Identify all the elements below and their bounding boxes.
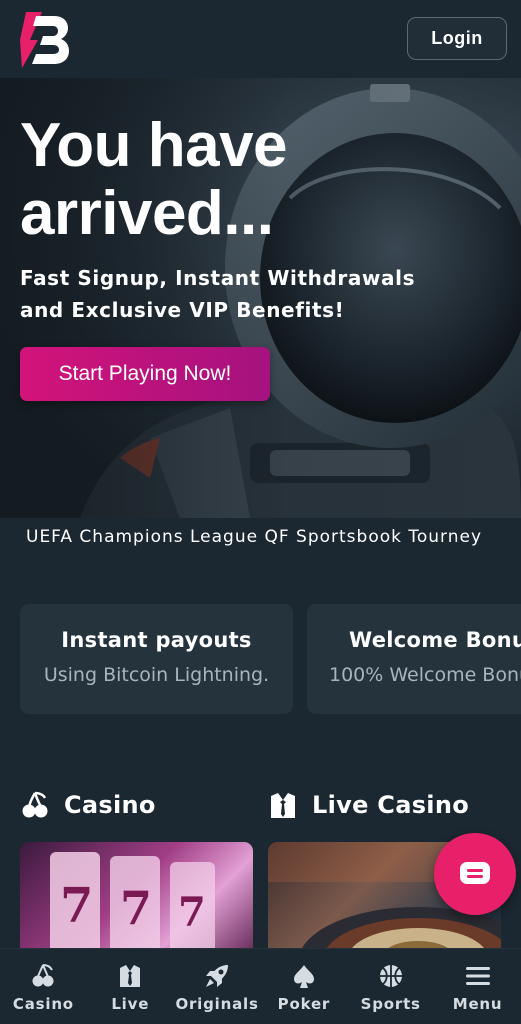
rocket-icon bbox=[206, 965, 229, 987]
hero-banner: You have arrived... Fast Signup, Instant… bbox=[0, 78, 521, 518]
page: Login You have arrived... Fast Signup, I… bbox=[0, 0, 521, 1024]
welcome-bonus-card[interactable]: Welcome Bonus 100% Welcome Bonus bbox=[307, 604, 521, 714]
nav-label: Live bbox=[111, 995, 150, 1013]
hero-title: You have arrived... bbox=[20, 111, 288, 248]
nav-item-poker[interactable]: Poker bbox=[260, 949, 347, 1024]
svg-text:7: 7 bbox=[178, 889, 206, 936]
casino-slots-thumbnail[interactable]: 7 7 7 bbox=[20, 842, 253, 962]
suit-icon bbox=[271, 793, 295, 818]
instant-payouts-card[interactable]: Instant payouts Using Bitcoin Lightning. bbox=[20, 604, 293, 714]
nav-item-casino[interactable]: Casino bbox=[0, 949, 87, 1024]
svg-text:7: 7 bbox=[120, 881, 152, 935]
live-casino-section-label: Live Casino bbox=[312, 791, 469, 819]
chat-icon bbox=[460, 862, 490, 884]
bottom-navigation: Casino Live Originals Poker Sports Menu bbox=[0, 948, 521, 1024]
nav-item-originals[interactable]: Originals bbox=[174, 949, 261, 1024]
login-button[interactable]: Login bbox=[407, 17, 507, 60]
live-casino-section-heading[interactable]: Live Casino bbox=[268, 785, 469, 825]
nav-label: Casino bbox=[12, 995, 74, 1013]
nav-label: Sports bbox=[360, 995, 421, 1013]
nav-label: Menu bbox=[452, 995, 503, 1013]
brand-logo[interactable] bbox=[12, 10, 70, 70]
chat-support-button[interactable] bbox=[434, 833, 516, 915]
slot-reels-image: 7 7 7 bbox=[50, 852, 215, 962]
start-playing-button[interactable]: Start Playing Now! bbox=[20, 347, 270, 401]
top-header: Login bbox=[0, 0, 521, 78]
nav-item-live[interactable]: Live bbox=[87, 949, 174, 1024]
card-title: Instant payouts bbox=[61, 628, 252, 652]
cherry-icon bbox=[22, 791, 48, 818]
promo-ticker[interactable]: UEFA Champions League QF Sportsbook Tour… bbox=[26, 527, 502, 551]
nav-label: Poker bbox=[277, 995, 331, 1013]
card-subtitle: 100% Welcome Bonus bbox=[329, 664, 521, 686]
nav-item-menu[interactable]: Menu bbox=[434, 949, 521, 1024]
casino-section-heading[interactable]: Casino bbox=[20, 785, 156, 825]
nav-label: Originals bbox=[175, 995, 259, 1013]
spade-icon bbox=[293, 965, 314, 988]
cherry-icon bbox=[32, 964, 54, 987]
basketball-icon bbox=[379, 965, 402, 987]
svg-text:7: 7 bbox=[60, 878, 93, 934]
card-subtitle: Using Bitcoin Lightning. bbox=[43, 664, 270, 686]
hamburger-icon bbox=[465, 967, 490, 985]
hero-subtitle: Fast Signup, Instant Withdrawals and Exc… bbox=[20, 266, 416, 322]
casino-section-label: Casino bbox=[64, 791, 156, 819]
card-title: Welcome Bonus bbox=[349, 628, 521, 652]
nav-item-sports[interactable]: Sports bbox=[347, 949, 434, 1024]
suit-icon bbox=[120, 965, 141, 987]
